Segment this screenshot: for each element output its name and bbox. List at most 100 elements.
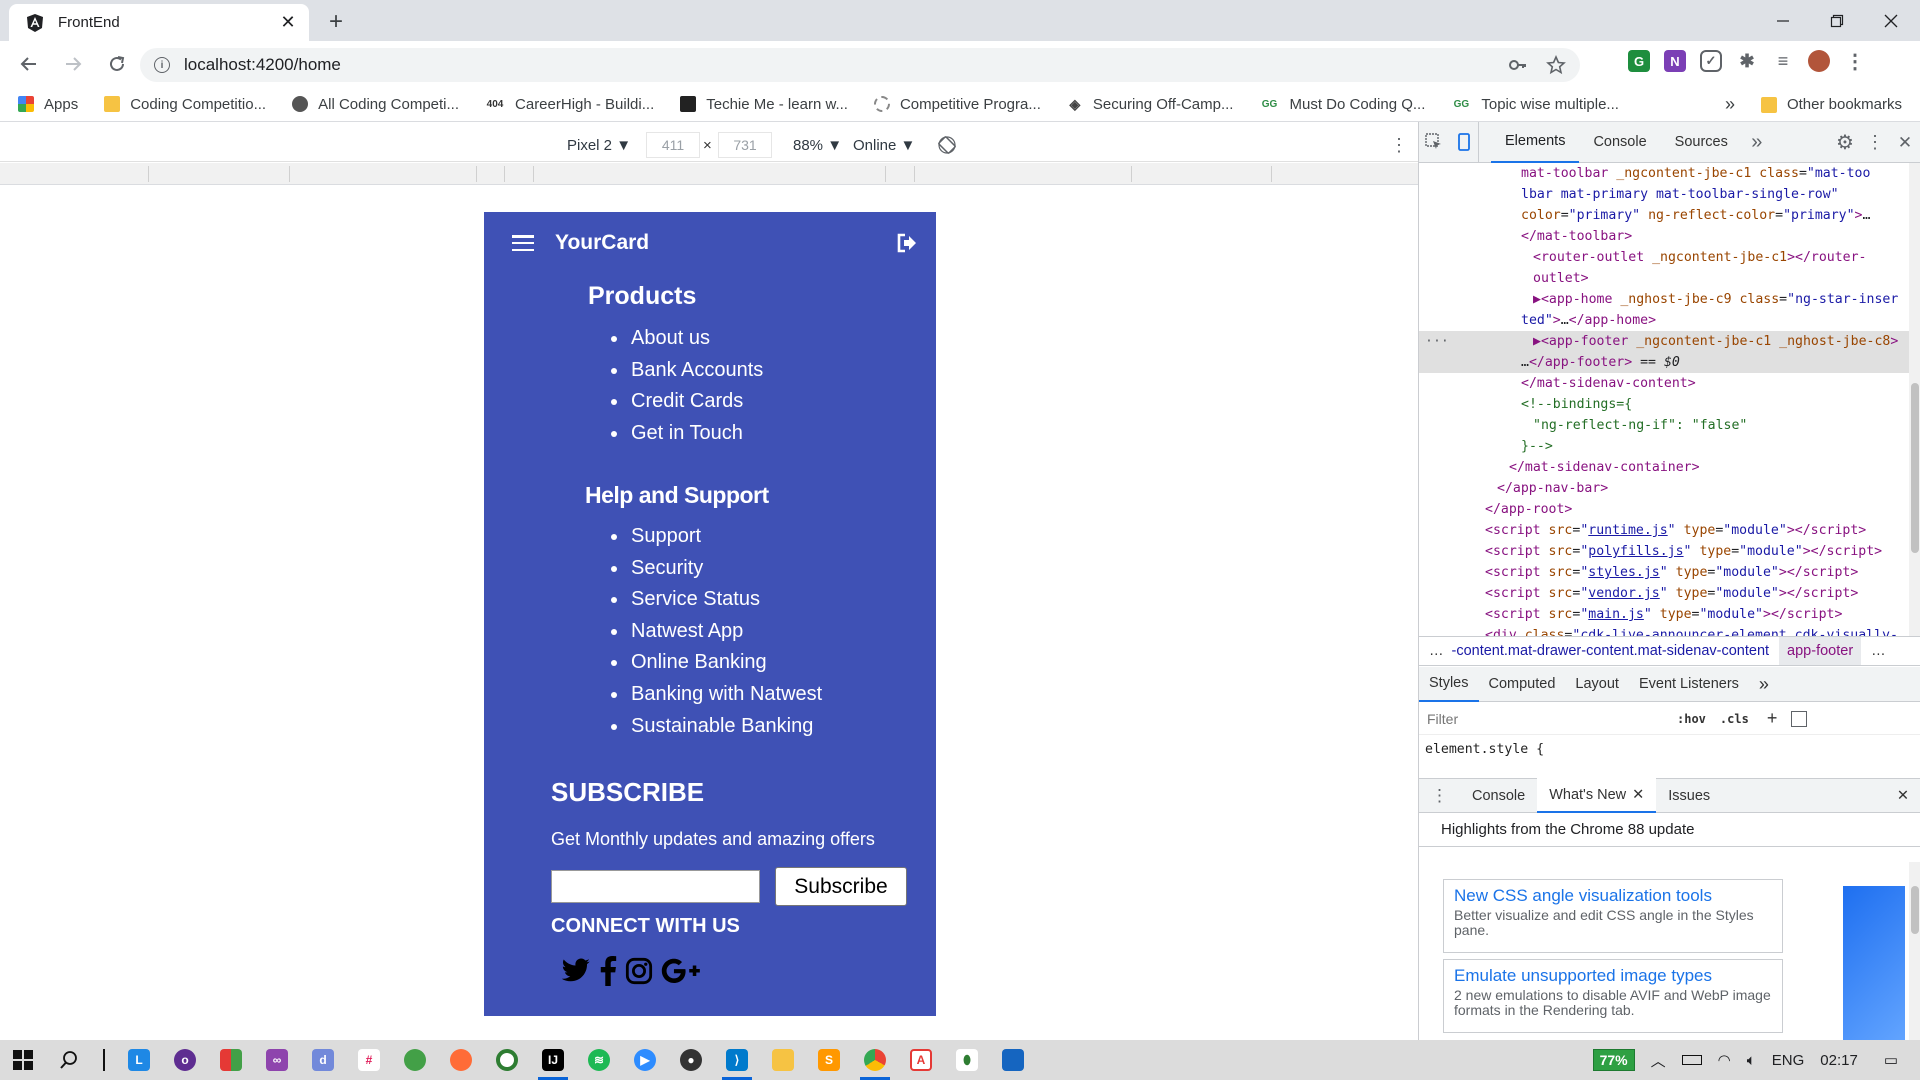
- facebook-icon[interactable]: [599, 956, 617, 986]
- dom-node-line[interactable]: <!--bindings={: [1419, 394, 1920, 415]
- clock[interactable]: 02:17: [1820, 1052, 1858, 1069]
- more-style-tabs-icon[interactable]: »: [1749, 667, 1779, 702]
- key-icon[interactable]: [1508, 55, 1528, 75]
- taskbar-app[interactable]: [392, 1040, 438, 1080]
- new-tab-button[interactable]: +: [322, 8, 350, 36]
- email-input[interactable]: [551, 870, 760, 903]
- news-card[interactable]: Emulate unsupported image types 2 new em…: [1443, 959, 1783, 1033]
- puzzle-extensions-icon[interactable]: ✱: [1736, 50, 1758, 72]
- bookmark-item[interactable]: GG Topic wise multiple...: [1451, 96, 1619, 113]
- device-select[interactable]: Pixel 2 ▼: [567, 133, 631, 157]
- show-hidden-icons-icon[interactable]: ︿: [1651, 1050, 1666, 1071]
- taskbar-app[interactable]: d: [300, 1040, 346, 1080]
- news-title[interactable]: Emulate unsupported image types: [1454, 966, 1772, 986]
- device-toggle-icon[interactable]: [1449, 121, 1479, 163]
- dom-node-line[interactable]: </mat-sidenav-content>: [1419, 373, 1920, 394]
- taskbar-app[interactable]: L: [116, 1040, 162, 1080]
- breadcrumb-ellipsis[interactable]: …: [1861, 643, 1886, 659]
- taskbar-app[interactable]: ⟩: [714, 1040, 760, 1080]
- taskbar-app[interactable]: [208, 1040, 254, 1080]
- footer-link[interactable]: Bank Accounts: [629, 355, 763, 387]
- dom-node-line[interactable]: <div class="cdk-live-announcer-element c…: [1419, 625, 1920, 636]
- devtools-menu-icon[interactable]: ⋮: [1860, 122, 1890, 163]
- breadcrumb-item-selected[interactable]: app-footer: [1779, 637, 1862, 665]
- start-button[interactable]: [0, 1040, 46, 1080]
- footer-link[interactable]: Credit Cards: [629, 386, 763, 418]
- bookmark-item[interactable]: Coding Competitio...: [104, 96, 266, 113]
- taskbar-app[interactable]: A: [898, 1040, 944, 1080]
- news-title[interactable]: New CSS angle visualization tools: [1454, 886, 1772, 906]
- footer-link[interactable]: Support: [629, 521, 822, 553]
- dom-node-line[interactable]: <script src="vendor.js" type="module"></…: [1419, 583, 1920, 604]
- reload-button[interactable]: [102, 49, 132, 79]
- news-card[interactable]: New CSS angle visualization tools Better…: [1443, 879, 1783, 953]
- footer-link[interactable]: Banking with Natwest: [629, 679, 822, 711]
- tab-elements[interactable]: Elements: [1491, 122, 1580, 163]
- dom-node-line[interactable]: color="primary" ng-reflect-color="primar…: [1419, 205, 1920, 226]
- breadcrumb-ellipsis[interactable]: …: [1419, 643, 1452, 659]
- bookmark-item[interactable]: ◈ Securing Off-Camp...: [1067, 96, 1233, 113]
- node-actions-icon[interactable]: ···: [1425, 331, 1449, 352]
- onenote-extension-icon[interactable]: N: [1664, 50, 1686, 72]
- site-info-icon[interactable]: i: [154, 57, 170, 73]
- bookmark-star-icon[interactable]: [1546, 55, 1566, 75]
- reading-list-icon[interactable]: ≡: [1772, 50, 1794, 72]
- device-toolbar-menu-icon[interactable]: ⋮: [1390, 133, 1408, 157]
- dom-node-line[interactable]: ▶<app-footer _ngcontent-jbe-c1 _nghost-j…: [1419, 331, 1920, 352]
- taskbar-app[interactable]: S: [806, 1040, 852, 1080]
- taskbar-app[interactable]: ≋: [576, 1040, 622, 1080]
- hov-toggle[interactable]: :hov: [1677, 712, 1706, 726]
- taskbar-app[interactable]: IJ: [530, 1040, 576, 1080]
- back-button[interactable]: [14, 49, 44, 79]
- media-query-bar[interactable]: [0, 163, 1418, 185]
- address-bar[interactable]: i localhost:4200/home: [140, 48, 1580, 82]
- close-window-button[interactable]: [1864, 0, 1918, 41]
- dom-node-line[interactable]: }-->: [1419, 436, 1920, 457]
- url-text[interactable]: localhost:4200/home: [184, 55, 341, 75]
- taskbar-app[interactable]: ⬮: [944, 1040, 990, 1080]
- dom-node-line[interactable]: </app-nav-bar>: [1419, 478, 1920, 499]
- settings-gear-icon[interactable]: ⚙: [1830, 122, 1860, 163]
- close-drawer-icon[interactable]: ✕: [1885, 778, 1920, 813]
- dom-node-line[interactable]: lbar mat-primary mat-toolbar-single-row": [1419, 184, 1920, 205]
- taskbar-app[interactable]: [852, 1040, 898, 1080]
- height-input[interactable]: 731: [718, 132, 772, 158]
- tab-styles[interactable]: Styles: [1419, 667, 1479, 702]
- tab-computed[interactable]: Computed: [1479, 667, 1566, 702]
- pocket-extension-icon[interactable]: ✓: [1700, 50, 1722, 72]
- breadcrumb-item[interactable]: -content.mat-drawer-content.mat-sidenav-…: [1452, 643, 1780, 659]
- element-style-rule[interactable]: element.style {: [1425, 742, 1544, 757]
- dom-node-line[interactable]: <script src="polyfills.js" type="module"…: [1419, 541, 1920, 562]
- grammarly-extension-icon[interactable]: G: [1628, 50, 1650, 72]
- taskbar-app[interactable]: [484, 1040, 530, 1080]
- twitter-icon[interactable]: [561, 958, 591, 984]
- language-indicator[interactable]: ENG: [1772, 1052, 1805, 1069]
- close-tab-icon[interactable]: ✕: [1632, 787, 1644, 803]
- drawer-tab-console[interactable]: Console: [1460, 778, 1537, 813]
- forward-button[interactable]: [58, 49, 88, 79]
- menu-icon[interactable]: [512, 235, 534, 251]
- elements-tree[interactable]: mat-toolbar _ngcontent-jbe-c1 class="mat…: [1419, 163, 1920, 636]
- dom-node-line[interactable]: <script src="runtime.js" type="module"><…: [1419, 520, 1920, 541]
- toggle-sidebar-icon[interactable]: [1791, 710, 1808, 727]
- dom-node-line[interactable]: <router-outlet _ngcontent-jbe-c1></route…: [1419, 247, 1920, 268]
- other-bookmarks-button[interactable]: Other bookmarks: [1787, 96, 1902, 113]
- network-throttle-select[interactable]: Online ▼: [853, 133, 915, 157]
- bookmark-item[interactable]: Apps: [18, 96, 78, 113]
- width-input[interactable]: 411: [646, 132, 700, 158]
- cls-toggle[interactable]: .cls: [1720, 712, 1749, 726]
- dom-node-line[interactable]: </mat-sidenav-container>: [1419, 457, 1920, 478]
- taskbar-app[interactable]: [438, 1040, 484, 1080]
- search-button[interactable]: [46, 1040, 92, 1080]
- tab-console[interactable]: Console: [1579, 122, 1660, 163]
- notifications-icon[interactable]: ▭: [1884, 1051, 1898, 1069]
- dom-node-line[interactable]: </app-root>: [1419, 499, 1920, 520]
- task-view-button[interactable]: [92, 1040, 116, 1080]
- scrollbar-thumb[interactable]: [1911, 383, 1919, 553]
- close-tab-icon[interactable]: ✕: [277, 12, 299, 34]
- footer-link[interactable]: Sustainable Banking: [629, 711, 822, 743]
- dom-node-line[interactable]: mat-toolbar _ngcontent-jbe-c1 class="mat…: [1419, 163, 1920, 184]
- drawer-tab-issues[interactable]: Issues: [1656, 778, 1722, 813]
- minimize-window-button[interactable]: [1756, 0, 1810, 41]
- taskbar-app[interactable]: ●: [668, 1040, 714, 1080]
